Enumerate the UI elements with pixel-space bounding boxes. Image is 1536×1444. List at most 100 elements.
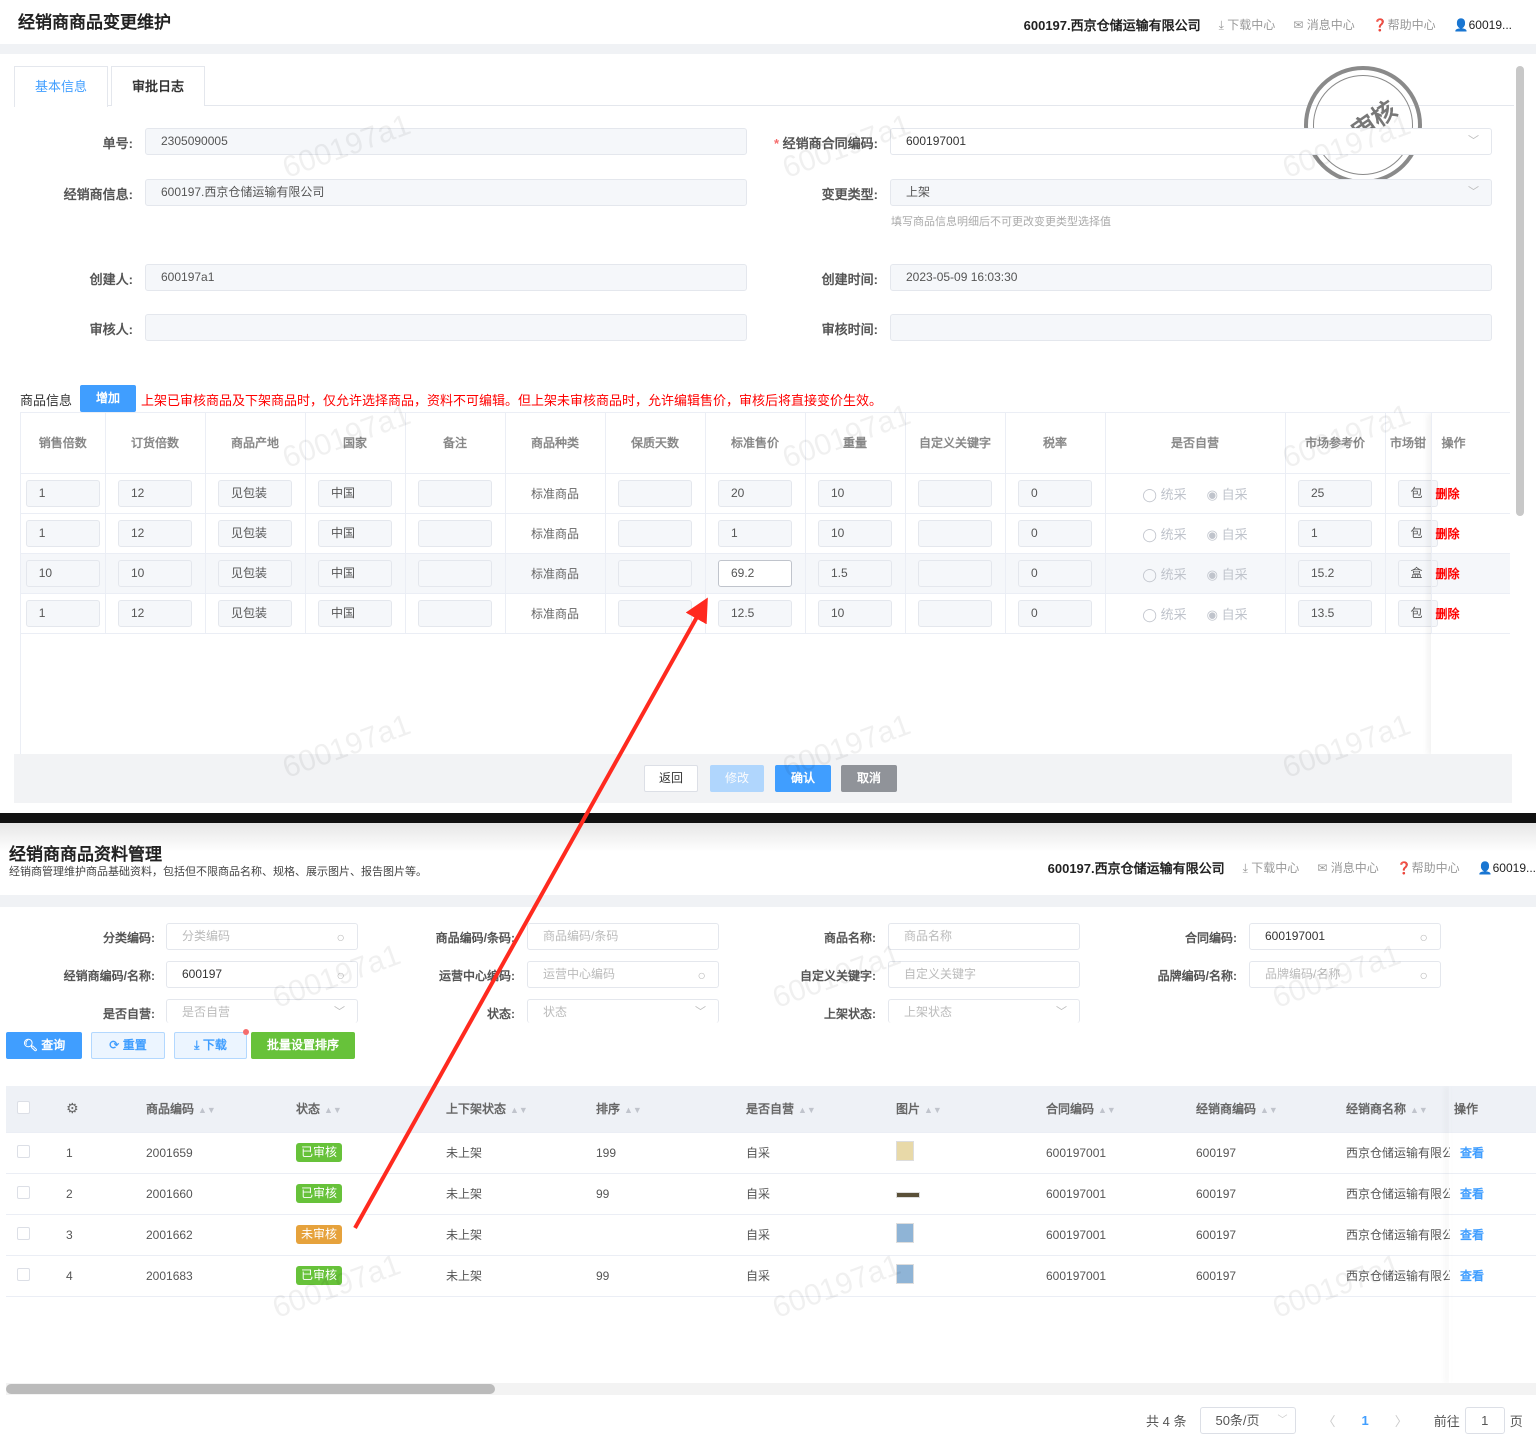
- filter-input[interactable]: 600197 ○: [166, 961, 358, 988]
- cell-input[interactable]: [918, 599, 992, 627]
- cell-input[interactable]: 0: [1018, 559, 1092, 587]
- scrollbar[interactable]: [1516, 66, 1524, 516]
- cell-input[interactable]: 0: [1018, 599, 1092, 627]
- cell-input[interactable]: [618, 479, 692, 507]
- column-header[interactable]: 图片: [896, 1102, 920, 1116]
- cell-input[interactable]: 12: [118, 479, 192, 507]
- edit-button[interactable]: 修改: [710, 765, 764, 792]
- filter-input[interactable]: 600197001 ○: [1249, 923, 1441, 950]
- cell-input[interactable]: 10: [818, 519, 892, 547]
- filter-input[interactable]: 运营中心编码 ○: [527, 961, 719, 988]
- message-center-link[interactable]: ✉ 消息中心: [1317, 859, 1378, 876]
- tab-audit-log[interactable]: 审批日志: [111, 66, 206, 106]
- cell-input[interactable]: 12: [118, 519, 192, 547]
- cell-input[interactable]: 中国: [318, 599, 392, 627]
- radio-zicai[interactable]: ◉ 自采: [1207, 607, 1248, 622]
- cell-input[interactable]: 1: [718, 519, 792, 547]
- cell-input[interactable]: [918, 479, 992, 507]
- cell-input[interactable]: 12.5: [718, 599, 792, 627]
- filter-input[interactable]: 是否自营 ﹀: [166, 999, 358, 1023]
- radio-tongcai[interactable]: ◯ 统采: [1142, 567, 1186, 582]
- gear-icon[interactable]: ⚙: [66, 1100, 79, 1116]
- creator-field[interactable]: 600197a1: [145, 264, 747, 291]
- created-at-field[interactable]: 2023-05-09 16:03:30: [890, 264, 1492, 291]
- prev-page-button[interactable]: 〈: [1322, 1411, 1335, 1430]
- cell-input[interactable]: 0: [1018, 519, 1092, 547]
- column-header[interactable]: 经销商名称: [1346, 1102, 1406, 1116]
- sort-icon[interactable]: ▲▼: [198, 1105, 216, 1115]
- row-checkbox[interactable]: [17, 1226, 30, 1240]
- filter-input[interactable]: 商品名称: [888, 923, 1080, 950]
- view-link[interactable]: 查看: [1460, 1146, 1484, 1160]
- product-thumbnail[interactable]: [896, 1264, 914, 1284]
- sort-icon[interactable]: ▲▼: [798, 1105, 816, 1115]
- cell-input[interactable]: 10: [118, 559, 192, 587]
- cell-input[interactable]: 1: [25, 479, 100, 507]
- cell-input[interactable]: [618, 519, 692, 547]
- cell-input[interactable]: 0: [1018, 479, 1092, 507]
- select-all-checkbox[interactable]: [17, 1100, 30, 1114]
- column-header[interactable]: 是否自营: [746, 1102, 794, 1116]
- sort-icon[interactable]: ▲▼: [924, 1105, 942, 1115]
- cell-input[interactable]: 12: [118, 599, 192, 627]
- download-center-link[interactable]: ⤓ 下载中心: [1243, 859, 1300, 876]
- cell-input[interactable]: 见包装: [218, 519, 292, 547]
- radio-tongcai[interactable]: ◯ 统采: [1142, 487, 1186, 502]
- back-button[interactable]: 返回: [644, 765, 698, 792]
- confirm-button[interactable]: 确认: [775, 765, 831, 792]
- view-link[interactable]: 查看: [1460, 1228, 1484, 1242]
- order-no-field[interactable]: 2305090005: [145, 128, 747, 155]
- cell-input[interactable]: 1: [25, 599, 100, 627]
- column-header[interactable]: 合同编码: [1046, 1102, 1094, 1116]
- cell-input[interactable]: 1: [25, 519, 100, 547]
- column-header[interactable]: 经销商编码: [1196, 1102, 1256, 1116]
- reviewer-field[interactable]: [145, 314, 747, 341]
- cell-input[interactable]: 见包装: [218, 559, 292, 587]
- cell-input[interactable]: [418, 519, 492, 547]
- sort-icon[interactable]: ▲▼: [1260, 1105, 1278, 1115]
- cell-input[interactable]: 10: [818, 479, 892, 507]
- horizontal-scrollbar[interactable]: [6, 1384, 495, 1394]
- row-checkbox[interactable]: [17, 1144, 30, 1158]
- market-price-input[interactable]: 25: [1298, 479, 1372, 507]
- filter-input[interactable]: 状态 ﹀: [527, 999, 719, 1023]
- radio-tongcai[interactable]: ◯ 统采: [1142, 527, 1186, 542]
- market-price-input[interactable]: 15.2: [1298, 559, 1372, 587]
- cell-input[interactable]: [418, 599, 492, 627]
- cell-input[interactable]: 中国: [318, 559, 392, 587]
- sort-icon[interactable]: ▲▼: [624, 1105, 642, 1115]
- download-button[interactable]: ⤓ 下载: [174, 1032, 247, 1059]
- cell-input[interactable]: 69.2: [718, 559, 792, 587]
- market-price-input[interactable]: 1: [1298, 519, 1372, 547]
- row-checkbox[interactable]: [17, 1185, 30, 1199]
- cell-input[interactable]: 见包装: [218, 599, 292, 627]
- row-checkbox[interactable]: [17, 1267, 30, 1281]
- radio-zicai[interactable]: ◉ 自采: [1207, 527, 1248, 542]
- cell-input[interactable]: [918, 559, 992, 587]
- cell-input[interactable]: 10: [25, 559, 100, 587]
- cell-input[interactable]: 1.5: [818, 559, 892, 587]
- sort-icon[interactable]: ▲▼: [1098, 1105, 1116, 1115]
- reviewed-at-field[interactable]: [890, 314, 1492, 341]
- column-header[interactable]: 排序: [596, 1102, 620, 1116]
- product-thumbnail[interactable]: [896, 1141, 914, 1161]
- help-center-link[interactable]: ❓帮助中心: [1373, 16, 1436, 33]
- change-type-select[interactable]: 上架 ﹀: [890, 179, 1492, 206]
- radio-zicai[interactable]: ◉ 自采: [1207, 487, 1248, 502]
- next-page-button[interactable]: 〉: [1395, 1411, 1408, 1430]
- filter-input[interactable]: 品牌编码/名称 ○: [1249, 961, 1441, 988]
- column-header[interactable]: 上下架状态: [446, 1102, 506, 1116]
- column-header[interactable]: 状态: [296, 1102, 320, 1116]
- contract-select[interactable]: 600197001 ﹀: [890, 128, 1492, 155]
- view-link[interactable]: 查看: [1460, 1269, 1484, 1283]
- message-center-link[interactable]: ✉ 消息中心: [1293, 16, 1354, 33]
- help-center-link[interactable]: ❓帮助中心: [1397, 859, 1460, 876]
- cell-input[interactable]: 见包装: [218, 479, 292, 507]
- sort-icon[interactable]: ▲▼: [324, 1105, 342, 1115]
- sort-icon[interactable]: ▲▼: [510, 1105, 528, 1115]
- column-header[interactable]: 商品编码: [146, 1102, 194, 1116]
- page-1[interactable]: 1: [1361, 1413, 1368, 1428]
- filter-input[interactable]: 分类编码 ○: [166, 923, 358, 950]
- dealer-field[interactable]: 600197.西京仓储运输有限公司: [145, 179, 747, 206]
- cancel-button[interactable]: 取消: [841, 765, 897, 792]
